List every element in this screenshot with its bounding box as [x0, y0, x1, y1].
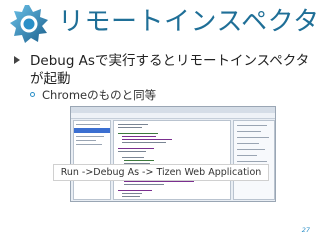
- ide-selected-row: [74, 128, 110, 133]
- code-line: [122, 196, 140, 197]
- menu-path-text: Run ->Debug As -> Tizen Web Application: [60, 167, 262, 178]
- ide-code-editor: [113, 120, 231, 200]
- menu-path-caption: Run ->Debug As -> Tizen Web Application: [53, 164, 269, 181]
- code-line: [118, 151, 146, 152]
- ide-toolbar: [71, 113, 275, 119]
- code-line: [118, 127, 142, 128]
- ide-left-panel: [73, 120, 111, 200]
- sub-bullet-ring-icon: [30, 92, 35, 97]
- code-line: [122, 139, 172, 140]
- tizen-logo-icon: [10, 5, 48, 43]
- code-line: [118, 148, 154, 149]
- code-line: [118, 190, 152, 191]
- code-line: [118, 133, 158, 134]
- bullet-text: Debug Asで実行するとリモートインスペクタが起動: [30, 53, 310, 87]
- sub-bullet-text: Chromeのものと同等: [42, 88, 157, 102]
- ide-right-panel: [233, 120, 275, 200]
- code-line: [124, 160, 154, 161]
- code-line: [122, 157, 144, 158]
- code-line: [122, 142, 166, 143]
- bullet-arrow-icon: [14, 56, 20, 64]
- code-line: [124, 181, 194, 182]
- code-line: [122, 136, 156, 137]
- code-line: [118, 124, 148, 125]
- code-line: [124, 184, 164, 185]
- page-number: 27: [301, 226, 310, 234]
- ide-screenshot: [70, 106, 276, 202]
- slide-title: リモートインスペクタ: [58, 7, 320, 37]
- code-line: [122, 193, 142, 194]
